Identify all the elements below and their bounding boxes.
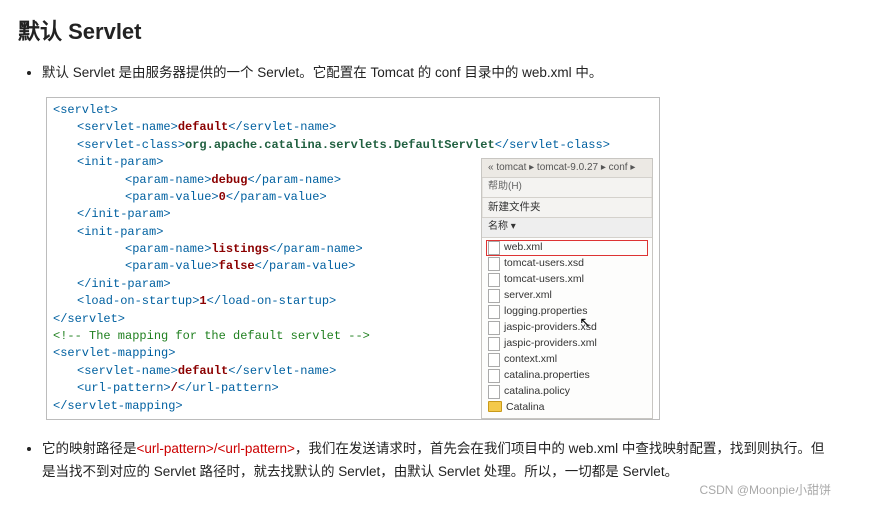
xml-text: debug bbox=[211, 173, 247, 187]
xml-text: 0 bbox=[219, 190, 226, 204]
xml-tag: <param-value> bbox=[125, 259, 219, 273]
file-row[interactable]: context.xml bbox=[486, 352, 648, 368]
file-name: tomcat-users.xml bbox=[504, 273, 584, 286]
file-row[interactable]: tomcat-users.xsd bbox=[486, 256, 648, 272]
xml-tag: </init-param> bbox=[77, 277, 171, 291]
xml-tag: </param-value> bbox=[255, 259, 356, 273]
xml-text: org.apache.catalina.servlets.DefaultServ… bbox=[185, 138, 495, 152]
file-row[interactable]: logging.properties bbox=[486, 304, 648, 320]
file-icon bbox=[488, 305, 500, 319]
bullet-list-2: 它的映射路径是<url-pattern>/<url-pattern>，我们在发送… bbox=[18, 438, 831, 484]
xml-tag: </servlet-name> bbox=[228, 120, 336, 134]
file-icon bbox=[488, 369, 500, 383]
file-row[interactable]: jaspic-providers.xml bbox=[486, 336, 648, 352]
file-name: server.xml bbox=[504, 289, 552, 302]
xml-tag: <param-value> bbox=[125, 190, 219, 204]
fb-list: web.xml tomcat-users.xsd tomcat-users.xml s… bbox=[482, 238, 652, 419]
xml-tag: <servlet-mapping> bbox=[53, 346, 175, 360]
file-name: tomcat-users.xsd bbox=[504, 257, 584, 270]
file-row[interactable]: catalina.policy bbox=[486, 384, 648, 400]
file-browser: « tomcat ▸ tomcat-9.0.27 ▸ conf ▸ 帮助(H) … bbox=[481, 158, 653, 419]
file-row[interactable]: server.xml bbox=[486, 288, 648, 304]
file-icon bbox=[488, 337, 500, 351]
xml-tag: <servlet> bbox=[53, 103, 118, 117]
xml-text: listings bbox=[211, 242, 269, 256]
xml-tag: <init-param> bbox=[77, 155, 163, 169]
xml-tag: </servlet-name> bbox=[228, 364, 336, 378]
file-name: catalina.policy bbox=[504, 385, 570, 398]
file-icon bbox=[488, 321, 500, 335]
xml-tag: </param-name> bbox=[269, 242, 363, 256]
xml-text: 1 bbox=[199, 294, 206, 308]
xml-tag: <load-on-startup> bbox=[77, 294, 199, 308]
fb-menu[interactable]: 帮助(H) bbox=[482, 178, 652, 198]
xml-text: false bbox=[219, 259, 255, 273]
file-name: context.xml bbox=[504, 353, 557, 366]
bullet-list: 默认 Servlet 是由服务器提供的一个 Servlet。它配置在 Tomca… bbox=[18, 62, 831, 85]
xml-tag: </load-on-startup> bbox=[207, 294, 337, 308]
xml-text: / bbox=[171, 381, 178, 395]
xml-comment: <!-- The mapping for the default servlet… bbox=[53, 329, 370, 343]
xml-tag: </param-name> bbox=[247, 173, 341, 187]
xml-tag: <param-name> bbox=[125, 173, 211, 187]
file-name: jaspic-providers.xsd bbox=[504, 321, 597, 334]
file-icon bbox=[488, 273, 500, 287]
bullet-2: 它的映射路径是<url-pattern>/<url-pattern>，我们在发送… bbox=[42, 438, 831, 484]
fb-colhead[interactable]: 名称 ▾ bbox=[482, 218, 652, 238]
file-row[interactable]: web.xml bbox=[486, 240, 648, 256]
xml-tag: <servlet-name> bbox=[77, 364, 178, 378]
file-name: catalina.properties bbox=[504, 369, 590, 382]
file-row[interactable]: catalina.properties bbox=[486, 368, 648, 384]
file-icon bbox=[488, 241, 500, 255]
xml-tag: <servlet-class> bbox=[77, 138, 185, 152]
xml-tag: </init-param> bbox=[77, 207, 171, 221]
xml-tag: <url-pattern> bbox=[77, 381, 171, 395]
file-icon bbox=[488, 353, 500, 367]
file-icon bbox=[488, 385, 500, 399]
page-title: 默认 Servlet bbox=[18, 14, 831, 46]
xml-tag: </servlet> bbox=[53, 312, 125, 326]
file-icon bbox=[488, 289, 500, 303]
xml-text: default bbox=[178, 120, 228, 134]
file-name: web.xml bbox=[504, 241, 543, 254]
xml-code-block: <servlet> <servlet-name>default</servlet… bbox=[46, 97, 660, 420]
bullet-1: 默认 Servlet 是由服务器提供的一个 Servlet。它配置在 Tomca… bbox=[42, 62, 831, 85]
file-row[interactable]: jaspic-providers.xsd bbox=[486, 320, 648, 336]
xml-text: default bbox=[178, 364, 228, 378]
xml-tag: <servlet-name> bbox=[77, 120, 178, 134]
fb-action-new[interactable]: 新建文件夹 bbox=[482, 198, 652, 218]
xml-tag: <param-name> bbox=[125, 242, 211, 256]
xml-tag: </servlet-mapping> bbox=[53, 399, 183, 413]
file-row[interactable]: tomcat-users.xml bbox=[486, 272, 648, 288]
xml-tag: </param-value> bbox=[226, 190, 327, 204]
inline-code: <url-pattern>/<url-pattern> bbox=[137, 441, 295, 456]
file-icon bbox=[488, 257, 500, 271]
file-name: logging.properties bbox=[504, 305, 587, 318]
fb-path: « tomcat ▸ tomcat-9.0.27 ▸ conf ▸ bbox=[482, 159, 652, 179]
file-name: Catalina bbox=[506, 401, 545, 414]
file-row[interactable]: Catalina bbox=[486, 400, 648, 415]
xml-tag: </url-pattern> bbox=[178, 381, 279, 395]
xml-tag: </servlet-class> bbox=[495, 138, 610, 152]
xml-tag: <init-param> bbox=[77, 225, 163, 239]
file-name: jaspic-providers.xml bbox=[504, 337, 597, 350]
bullet-2-pre: 它的映射路径是 bbox=[42, 441, 137, 456]
watermark: CSDN @Moonpie小甜饼 bbox=[699, 481, 831, 498]
folder-icon bbox=[488, 401, 502, 412]
